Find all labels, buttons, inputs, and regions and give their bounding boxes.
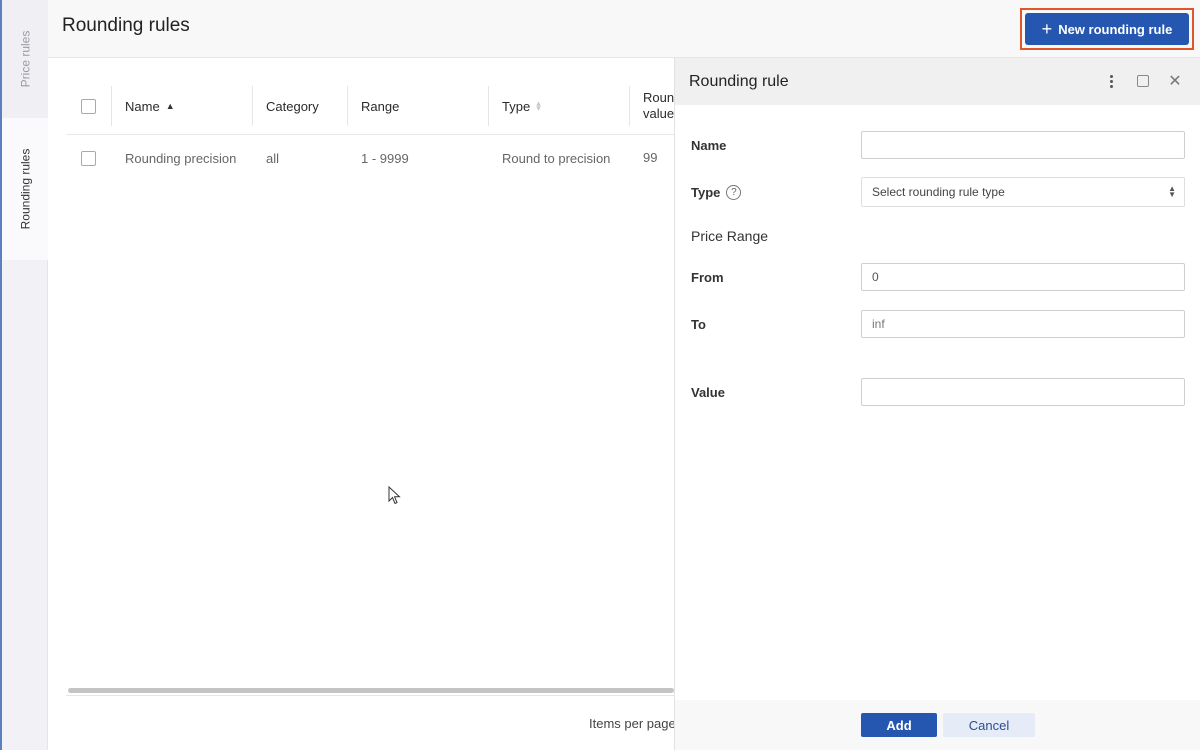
- to-label: To: [691, 317, 861, 332]
- plus-icon: +: [1041, 19, 1053, 39]
- row-select-cell: [66, 135, 111, 181]
- sort-icon[interactable]: ▴ ▾: [536, 99, 541, 113]
- type-label: Type ?: [691, 184, 861, 200]
- select-all-checkbox[interactable]: [81, 98, 96, 114]
- name-row: Name: [691, 131, 1186, 159]
- value-input[interactable]: [861, 378, 1185, 406]
- items-per-page-label: Items per page: [589, 716, 674, 731]
- column-header-name[interactable]: Name ▲: [111, 78, 252, 134]
- column-range-label: Range: [361, 98, 400, 114]
- to-row: To: [691, 310, 1186, 338]
- from-label: From: [691, 270, 861, 285]
- cell-range: 1 - 9999: [361, 150, 409, 166]
- page-header: Rounding rules + New rounding rule: [48, 0, 1200, 58]
- from-input[interactable]: [861, 263, 1185, 291]
- column-type-label: Type: [502, 98, 531, 114]
- table-footer-divider: [66, 695, 674, 696]
- row-checkbox[interactable]: [81, 150, 96, 166]
- table-row[interactable]: Rounding precision all 1 - 9999 Round to…: [66, 135, 674, 181]
- to-input[interactable]: [861, 310, 1185, 338]
- column-rounding-value-label: Roun value: [643, 90, 674, 121]
- column-header-rounding-value[interactable]: Roun value: [629, 78, 674, 134]
- value-label: Value: [691, 385, 861, 400]
- mouse-cursor-icon: [388, 486, 401, 505]
- panel-actions: ✕: [1104, 71, 1182, 91]
- column-name-label: Name: [125, 98, 160, 114]
- cell-category: all: [266, 150, 280, 166]
- cancel-button[interactable]: Cancel: [943, 713, 1035, 737]
- type-select[interactable]: Select rounding rule type ▲ ▼: [861, 177, 1185, 207]
- cell-type: Round to precision: [502, 150, 611, 166]
- sort-ascending-icon[interactable]: ▲: [166, 101, 175, 110]
- type-label-text: Type: [691, 184, 721, 200]
- tab-rounding-rules-label: Rounding rules: [18, 148, 32, 230]
- panel-footer: Add Cancel: [675, 700, 1200, 750]
- name-input[interactable]: [861, 131, 1185, 159]
- panel-title: Rounding rule: [689, 72, 789, 90]
- price-range-heading: Price Range: [691, 228, 769, 244]
- panel-header: Rounding rule ✕: [675, 58, 1200, 105]
- tab-price-rules[interactable]: Price rules: [2, 0, 48, 118]
- column-header-range[interactable]: Range: [347, 78, 488, 134]
- name-label-text: Name: [691, 137, 727, 153]
- to-label-text: To: [691, 316, 706, 332]
- from-row: From: [691, 263, 1186, 291]
- more-options-icon[interactable]: [1104, 71, 1118, 91]
- maximize-icon[interactable]: [1136, 71, 1150, 91]
- highlight-outline: + New rounding rule: [1020, 8, 1194, 50]
- close-icon[interactable]: ✕: [1168, 71, 1182, 91]
- vertical-tab-rail: Price rules Rounding rules: [0, 0, 48, 750]
- cell-rounding-value: 99: [643, 150, 658, 165]
- horizontal-scrollbar[interactable]: [68, 688, 674, 693]
- select-all-cell: [66, 78, 111, 134]
- new-rounding-rule-label: New rounding rule: [1058, 21, 1173, 37]
- type-row: Type ? Select rounding rule type ▲ ▼: [691, 177, 1186, 207]
- new-rounding-rule-button[interactable]: + New rounding rule: [1025, 13, 1189, 45]
- help-icon[interactable]: ?: [726, 184, 742, 200]
- value-row: Value: [691, 378, 1186, 406]
- add-button[interactable]: Add: [861, 713, 937, 737]
- page-title: Rounding rules: [62, 15, 190, 36]
- cell-name: Rounding precision: [125, 150, 237, 166]
- column-category-label: Category: [266, 98, 319, 114]
- tab-price-rules-label: Price rules: [18, 30, 32, 88]
- value-label-text: Value: [691, 384, 725, 400]
- column-header-type[interactable]: Type ▴ ▾: [488, 78, 629, 134]
- table-header: Name ▲ Category Range Type ▴ ▾ Roun value: [66, 78, 674, 135]
- rounding-rules-table: Name ▲ Category Range Type ▴ ▾ Roun value…: [66, 78, 674, 181]
- from-label-text: From: [691, 269, 724, 285]
- tab-rounding-rules[interactable]: Rounding rules: [2, 118, 48, 260]
- column-header-category[interactable]: Category: [252, 78, 347, 134]
- rounding-rule-panel: Rounding rule ✕ Name Type ? Select round…: [674, 58, 1200, 750]
- type-select-placeholder: Select rounding rule type: [872, 185, 1005, 199]
- name-label: Name: [691, 138, 861, 153]
- select-arrows-icon: ▲ ▼: [1168, 184, 1176, 199]
